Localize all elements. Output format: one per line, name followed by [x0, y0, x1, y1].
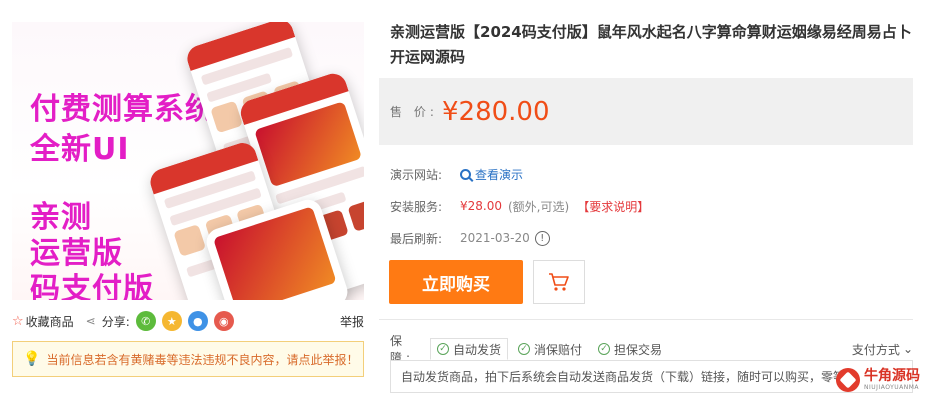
product-title: 亲测运营版【2024码支付版】鼠年风水起名八字算命算财运姻缘易经周易占卜开运网源…: [390, 23, 912, 66]
watermark-subtext: NIUJIAOYUANMA: [864, 384, 920, 391]
report-link[interactable]: 举报: [340, 313, 364, 330]
refresh-row: 最后刷新: 2021-03-20 !: [390, 228, 550, 248]
demo-row: 演示网站: 查看演示: [390, 164, 523, 184]
check-icon: ✓: [437, 343, 449, 355]
promo-line-1: 付费测算系统: [30, 92, 216, 127]
install-label: 安装服务:: [390, 199, 443, 214]
weibo-icon[interactable]: ◉: [213, 311, 234, 331]
install-row: 安装服务: ¥28.00 (额外,可选) 【要求说明】: [390, 196, 649, 216]
info-icon[interactable]: !: [534, 230, 550, 246]
demo-label: 演示网站:: [390, 167, 443, 182]
install-requirement-link[interactable]: 【要求说明】: [577, 198, 649, 215]
star-icon: ☆: [12, 313, 24, 329]
guarantee-tag-label: 消保赔付: [534, 342, 583, 357]
divider: [379, 319, 913, 320]
chevron-down-icon: ⌄: [902, 342, 913, 356]
watermark-text: 牛角源码: [864, 368, 920, 384]
install-price: ¥28.00: [460, 199, 502, 213]
refresh-label: 最后刷新:: [390, 231, 443, 246]
guarantee-tag-label: 担保交易: [614, 342, 663, 357]
lightbulb-icon: 💡: [23, 351, 41, 367]
guarantee-tab-protection[interactable]: ✓ 消保赔付: [512, 338, 588, 360]
price-value: ¥280.00: [442, 96, 550, 127]
wechat-icon[interactable]: ✆: [135, 311, 156, 331]
cart-icon: [549, 273, 569, 291]
watermark: 牛角源码 NIUJIAOYUANMA: [836, 362, 936, 398]
share-label: 分享:: [101, 314, 130, 329]
favorite-label: 收藏商品: [25, 314, 74, 329]
install-extra: (额外,可选): [508, 199, 570, 214]
price-box: 售 价: ¥280.00: [379, 78, 913, 145]
favorite-button[interactable]: ☆ 收藏商品: [12, 313, 74, 330]
payment-method-dropdown[interactable]: 支付方式 ⌄: [852, 341, 913, 358]
promo-line-5: 码支付版: [30, 272, 154, 300]
check-icon: ✓: [598, 343, 611, 355]
watermark-logo-icon: [836, 368, 860, 392]
share-icon: ⋖: [85, 314, 96, 328]
report-notice[interactable]: 💡 当前信息若含有黄赌毒等违法违规不良内容，请点此举报！: [12, 341, 364, 377]
guarantee-tab-escrow[interactable]: ✓ 担保交易: [592, 338, 668, 360]
buy-now-button[interactable]: 立即购买: [389, 260, 523, 304]
qq-icon[interactable]: ●: [187, 311, 208, 331]
price-label: 售 价:: [390, 105, 438, 119]
promo-line-2: 全新UI: [30, 132, 130, 167]
share-group: ⋖ 分享: ✆ ★ ● ◉: [86, 311, 234, 331]
demo-link-label: 查看演示: [475, 167, 524, 182]
qzone-icon[interactable]: ★: [161, 311, 182, 331]
demo-link[interactable]: 查看演示: [460, 166, 523, 183]
add-to-cart-button[interactable]: [533, 260, 585, 304]
guarantee-description: 自动发货商品，拍下后系统会自动发送商品发货（下载）链接，随时可以购买，零等待: [390, 360, 913, 393]
guarantee-tab-auto-delivery[interactable]: ✓ 自动发货: [430, 338, 509, 360]
refresh-date: 2021-03-20: [460, 231, 530, 245]
image-action-bar: ☆ 收藏商品 ⋖ 分享: ✆ ★ ● ◉ 举报: [12, 308, 364, 334]
product-image[interactable]: 付费测算系统 全新UI 亲测 运营版 码支付版: [12, 22, 364, 300]
guarantee-tag-label: 自动发货: [453, 342, 502, 357]
check-icon: ✓: [518, 343, 531, 355]
report-notice-text: 当前信息若含有黄赌毒等违法违规不良内容，请点此举报！: [46, 352, 359, 367]
payment-method-label: 支付方式: [851, 342, 900, 357]
search-icon: [460, 168, 471, 180]
guarantee-row: 保 障: ✓ 自动发货 ✓ 消保赔付 ✓ 担保交易 支付方式 ⌄: [390, 334, 913, 365]
